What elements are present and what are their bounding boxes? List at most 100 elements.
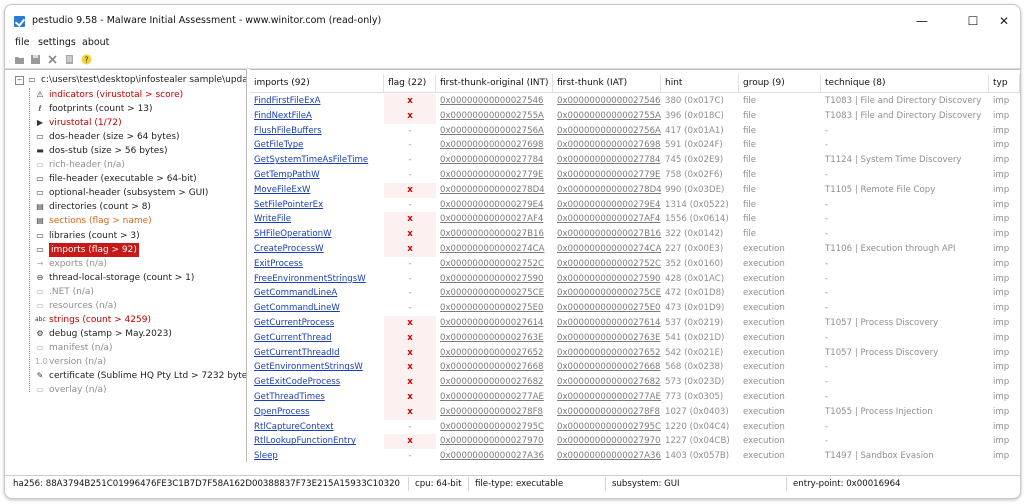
first-thunk[interactable]: 0x000000000000278D4: [553, 183, 661, 198]
table-row[interactable]: GetSystemTimeAsFileTime - 0x00000000000027…: [250, 153, 1020, 168]
header-technique[interactable]: technique (8): [821, 74, 989, 92]
table-row[interactable]: GetThreadTimes x 0x000000000000277AE 0x0000…: [250, 390, 1020, 405]
import-name[interactable]: SHFileOperationW: [250, 227, 384, 242]
menu-settings[interactable]: settings: [38, 37, 76, 48]
import-name[interactable]: GetCurrentThread: [250, 331, 384, 346]
first-thunk[interactable]: 0x0000000000002755A: [553, 109, 661, 124]
first-thunk-original[interactable]: 0x00000000000027546: [436, 94, 553, 109]
table-row[interactable]: GetTempPathW - 0x0000000000002779E 0x000000…: [250, 168, 1020, 183]
first-thunk[interactable]: 0x0000000000002779E: [553, 168, 661, 183]
import-name[interactable]: GetCurrentProcess: [250, 316, 384, 331]
first-thunk[interactable]: 0x0000000000002752C: [553, 257, 661, 272]
first-thunk-original[interactable]: 0x000000000000278F8: [436, 405, 553, 420]
first-thunk[interactable]: 0x00000000000027698: [553, 138, 661, 153]
first-thunk-original[interactable]: 0x00000000000027668: [436, 360, 553, 375]
table-row[interactable]: GetCommandLineW - 0x000000000000275E0 0x000…: [250, 301, 1020, 316]
import-name[interactable]: GetExitCodeProcess: [250, 375, 384, 390]
import-name[interactable]: GetThreadTimes: [250, 390, 384, 405]
table-row[interactable]: RtlCaptureContext - 0x0000000000002795C 0x0…: [250, 420, 1020, 435]
first-thunk[interactable]: 0x00000000000027652: [553, 346, 661, 361]
import-name[interactable]: WriteFile: [250, 212, 384, 227]
first-thunk[interactable]: 0x00000000000027614: [553, 316, 661, 331]
first-thunk-original[interactable]: 0x000000000000279E4: [436, 198, 553, 213]
import-name[interactable]: FreeEnvironmentStringsW: [250, 272, 384, 287]
table-row[interactable]: ExitProcess - 0x0000000000002752C 0x0000000…: [250, 257, 1020, 272]
table-row[interactable]: FindNextFileA x 0x0000000000002755A 0x00000…: [250, 108, 1020, 124]
table-row[interactable]: GetCurrentThread x 0x0000000000002763E 0x00…: [250, 330, 1020, 346]
table-row[interactable]: Sleep - 0x00000000000027A36 0x0000000000002…: [250, 449, 1020, 462]
table-row[interactable]: FindFirstFileExA x 0x00000000000027546 0x00…: [250, 94, 1020, 109]
table-row[interactable]: GetCurrentProcess x 0x00000000000027614 0x0…: [250, 316, 1020, 331]
table-row[interactable]: GetCurrentThreadId x 0x00000000000027652 0x…: [250, 345, 1020, 361]
first-thunk-original[interactable]: 0x0000000000002795C: [436, 420, 553, 435]
minimize-button[interactable]: —: [907, 11, 937, 31]
first-thunk-original[interactable]: 0x0000000000002779E: [436, 168, 553, 183]
first-thunk[interactable]: 0x00000000000027A36: [553, 449, 661, 462]
menu-about[interactable]: about: [82, 37, 109, 48]
table-row[interactable]: MoveFileExW x 0x000000000000278D4 0x0000000…: [250, 182, 1020, 198]
maximize-button[interactable]: ☐: [958, 11, 988, 31]
header-iat[interactable]: first-thunk (IAT): [553, 74, 661, 92]
first-thunk-original[interactable]: 0x0000000000002755A: [436, 109, 553, 124]
first-thunk[interactable]: 0x0000000000002763E: [553, 331, 661, 346]
import-name[interactable]: GetCommandLineA: [250, 286, 384, 301]
first-thunk[interactable]: 0x000000000000275CE: [553, 286, 661, 301]
open-icon[interactable]: [14, 54, 25, 65]
first-thunk-original[interactable]: 0x000000000000275CE: [436, 286, 553, 301]
first-thunk[interactable]: 0x00000000000027682: [553, 375, 661, 390]
header-imports[interactable]: imports (92): [250, 74, 384, 92]
first-thunk[interactable]: 0x00000000000027784: [553, 153, 661, 168]
first-thunk[interactable]: 0x0000000000002795C: [553, 420, 661, 435]
table-row[interactable]: FlushFileBuffers - 0x0000000000002756A 0x00…: [250, 124, 1020, 139]
import-name[interactable]: FlushFileBuffers: [250, 124, 384, 139]
header-group[interactable]: group (9): [739, 74, 821, 92]
first-thunk-original[interactable]: 0x00000000000027614: [436, 316, 553, 331]
first-thunk[interactable]: 0x00000000000027590: [553, 272, 661, 287]
table-row[interactable]: GetFileType - 0x00000000000027698 0x0000000…: [250, 138, 1020, 153]
table-row[interactable]: OpenProcess x 0x000000000000278F8 0x0000000…: [250, 404, 1020, 420]
import-name[interactable]: OpenProcess: [250, 405, 384, 420]
first-thunk-original[interactable]: 0x00000000000027B16: [436, 227, 553, 242]
first-thunk-original[interactable]: 0x00000000000027A36: [436, 449, 553, 462]
first-thunk[interactable]: 0x000000000000275E0: [553, 301, 661, 316]
import-name[interactable]: Sleep: [250, 449, 384, 462]
table-row[interactable]: FreeEnvironmentStringsW - 0x00000000000027…: [250, 272, 1020, 287]
import-name[interactable]: GetEnvironmentStringsW: [250, 360, 384, 375]
table-row[interactable]: GetExitCodeProcess x 0x00000000000027682 0x…: [250, 375, 1020, 390]
import-name[interactable]: GetFileType: [250, 138, 384, 153]
first-thunk[interactable]: 0x00000000000027668: [553, 360, 661, 375]
header-type[interactable]: typ: [989, 74, 1020, 92]
help-icon[interactable]: ?: [81, 54, 92, 65]
first-thunk[interactable]: 0x000000000000274CA: [553, 242, 661, 257]
table-row[interactable]: GetEnvironmentStringsW x 0x000000000000276…: [250, 360, 1020, 376]
first-thunk[interactable]: 0x00000000000027970: [553, 434, 661, 449]
menu-file[interactable]: file: [15, 37, 29, 48]
first-thunk-original[interactable]: 0x00000000000027590: [436, 272, 553, 287]
collapse-icon[interactable]: −: [15, 76, 24, 85]
import-name[interactable]: SetFilePointerEx: [250, 198, 384, 213]
first-thunk[interactable]: 0x00000000000027546: [553, 94, 661, 109]
first-thunk-original[interactable]: 0x00000000000027970: [436, 434, 553, 449]
save-icon[interactable]: [30, 54, 41, 65]
import-name[interactable]: FindNextFileA: [250, 109, 384, 124]
first-thunk-original[interactable]: 0x0000000000002756A: [436, 124, 553, 139]
table-row[interactable]: WriteFile x 0x00000000000027AF4 0x000000000…: [250, 212, 1020, 228]
import-name[interactable]: FindFirstFileExA: [250, 94, 384, 109]
import-name[interactable]: GetSystemTimeAsFileTime: [250, 153, 384, 168]
first-thunk-original[interactable]: 0x000000000000274CA: [436, 242, 553, 257]
import-name[interactable]: CreateProcessW: [250, 242, 384, 257]
close-file-icon[interactable]: [47, 54, 58, 65]
pages-icon[interactable]: [64, 54, 75, 65]
first-thunk-original[interactable]: 0x000000000000277AE: [436, 390, 553, 405]
import-name[interactable]: GetCurrentThreadId: [250, 346, 384, 361]
first-thunk[interactable]: 0x000000000000278F8: [553, 405, 661, 420]
first-thunk[interactable]: 0x00000000000027AF4: [553, 212, 661, 227]
header-flag[interactable]: flag (22): [384, 74, 436, 92]
first-thunk-original[interactable]: 0x00000000000027698: [436, 138, 553, 153]
first-thunk-original[interactable]: 0x00000000000027682: [436, 375, 553, 390]
first-thunk-original[interactable]: 0x000000000000275E0: [436, 301, 553, 316]
header-int[interactable]: first-thunk-original (INT): [436, 74, 553, 92]
first-thunk[interactable]: 0x000000000000279E4: [553, 198, 661, 213]
first-thunk[interactable]: 0x0000000000002756A: [553, 124, 661, 139]
first-thunk[interactable]: 0x000000000000277AE: [553, 390, 661, 405]
